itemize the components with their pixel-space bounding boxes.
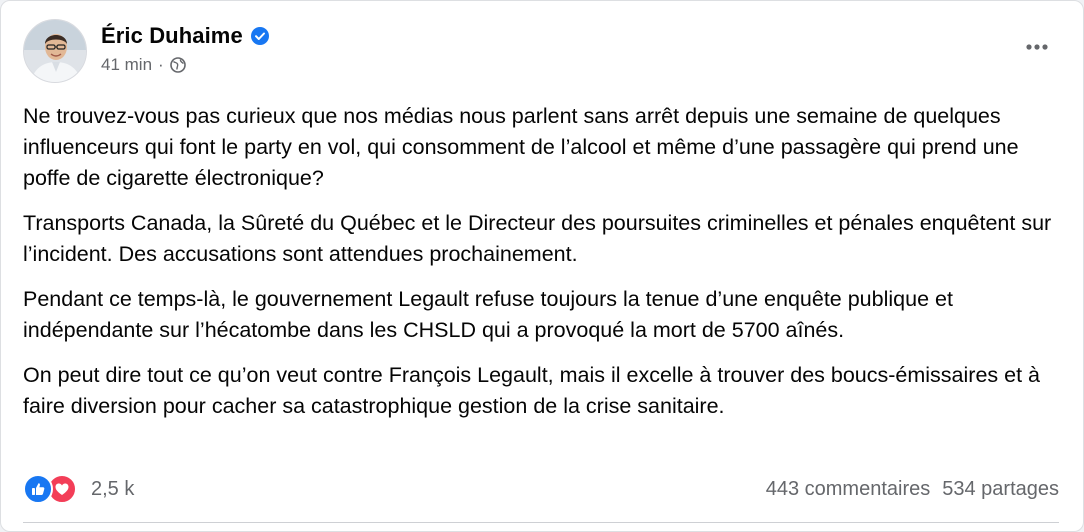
reactions-summary[interactable]: 2,5 k (23, 474, 134, 504)
reaction-count: 2,5 k (91, 477, 135, 500)
post-card: Éric Duhaime 41 min · Ne trouvez-vous pa… (0, 0, 1084, 532)
engagement-stats: 443 commentaires 534 partages (766, 478, 1059, 501)
author-name[interactable]: Éric Duhaime (101, 23, 243, 49)
post-paragraph: On peut dire tout ce qu’on veut contre F… (23, 363, 1040, 418)
globe-icon[interactable] (169, 57, 186, 73)
meta-separator: · (158, 55, 164, 74)
like-reaction-icon (23, 474, 53, 504)
post-body: Ne trouvez-vous pas curieux que nos médi… (23, 101, 1053, 436)
comments-count-link[interactable]: 443 commentaires (766, 478, 931, 501)
shares-count-link[interactable]: 534 partages (942, 478, 1059, 501)
author-avatar[interactable] (23, 19, 87, 83)
post-paragraph: Transports Canada, la Sûreté du Québec e… (23, 211, 1052, 266)
post-header: Éric Duhaime 41 min · (23, 19, 269, 83)
author-name-row: Éric Duhaime (101, 23, 269, 49)
post-footer: 2,5 k 443 commentaires 534 partages (23, 473, 1059, 505)
post-paragraph: Pendant ce temps-là, le gouvernement Leg… (23, 287, 953, 342)
verified-badge-icon (250, 27, 269, 45)
post-timestamp[interactable]: 41 min (101, 55, 152, 75)
post-meta: 41 min · (101, 55, 269, 75)
post-paragraph: Ne trouvez-vous pas curieux que nos médi… (23, 104, 1019, 190)
footer-divider (23, 522, 1059, 523)
more-options-icon[interactable] (1017, 37, 1057, 57)
author-info: Éric Duhaime 41 min · (101, 23, 269, 75)
avatar-image (24, 20, 86, 82)
